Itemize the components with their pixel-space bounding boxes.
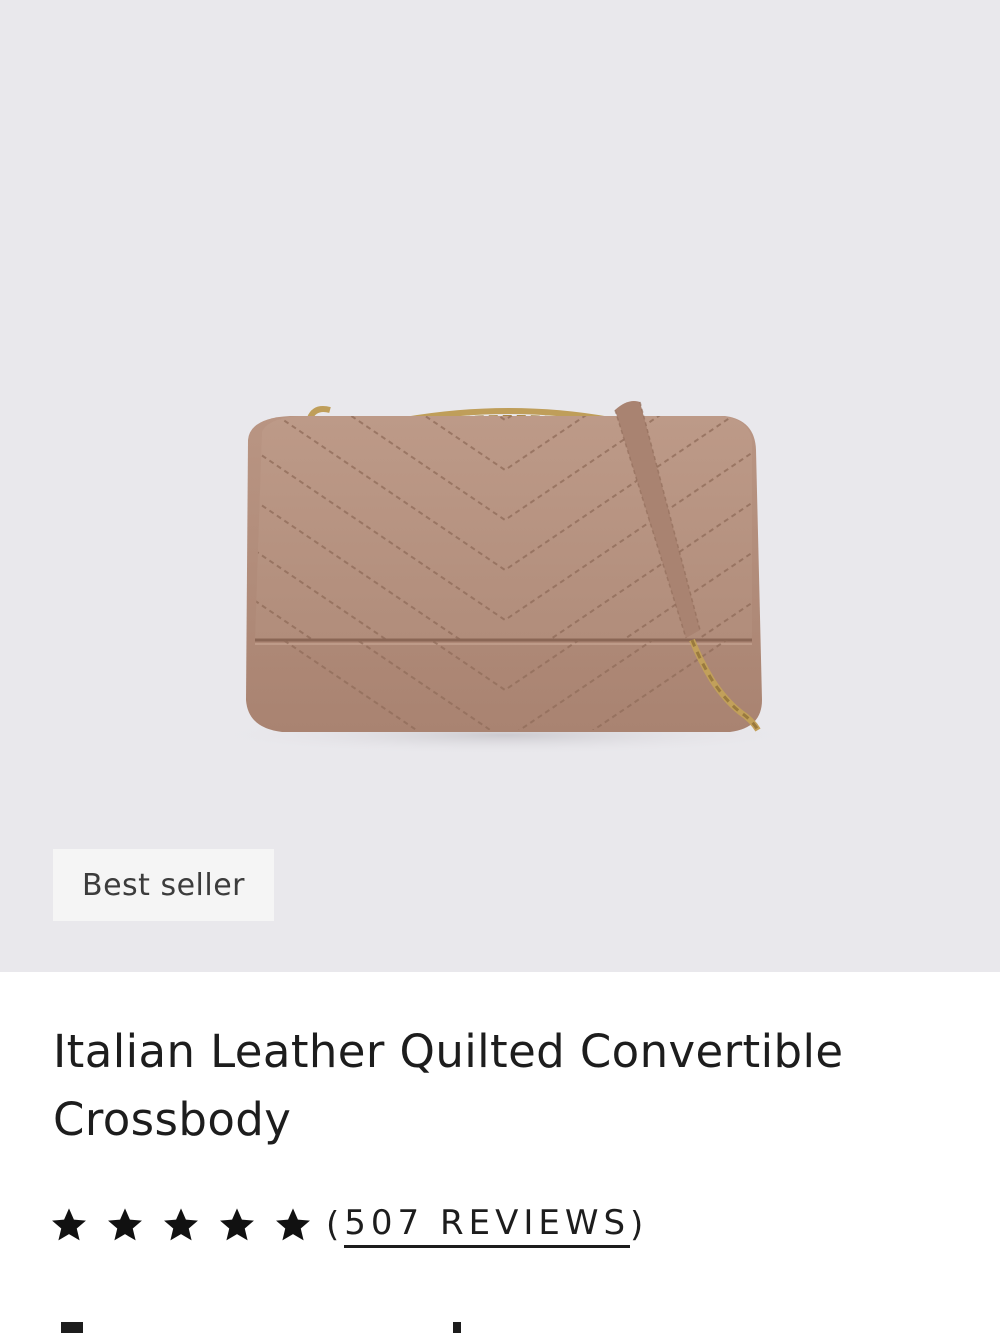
product-info: Italian Leather Quilted Convertible Cros… (0, 972, 1000, 1333)
star-icon (220, 1208, 254, 1241)
reviews-count: ( 507 REVIEWS ) (326, 1203, 648, 1248)
star-icon (52, 1208, 86, 1241)
star-icon (276, 1208, 310, 1241)
star-rating (50, 1206, 326, 1244)
star-icon (164, 1208, 198, 1241)
close-paren: ) (630, 1205, 649, 1245)
reviews-link[interactable]: 507 REVIEWS (344, 1203, 631, 1248)
best-seller-badge: Best seller (53, 849, 274, 921)
product-image-area[interactable]: Best seller (0, 0, 1000, 972)
product-title: Italian Leather Quilted Convertible Cros… (53, 1025, 844, 1146)
star-icon (108, 1208, 142, 1241)
open-paren: ( (326, 1205, 345, 1245)
next-content-peek (53, 1322, 953, 1333)
rating-row[interactable]: ( 507 REVIEWS ) (50, 1200, 648, 1250)
product-page: Best seller Italian Leather Quilted Conv… (0, 0, 1000, 1333)
product-image[interactable] (0, 0, 1000, 972)
